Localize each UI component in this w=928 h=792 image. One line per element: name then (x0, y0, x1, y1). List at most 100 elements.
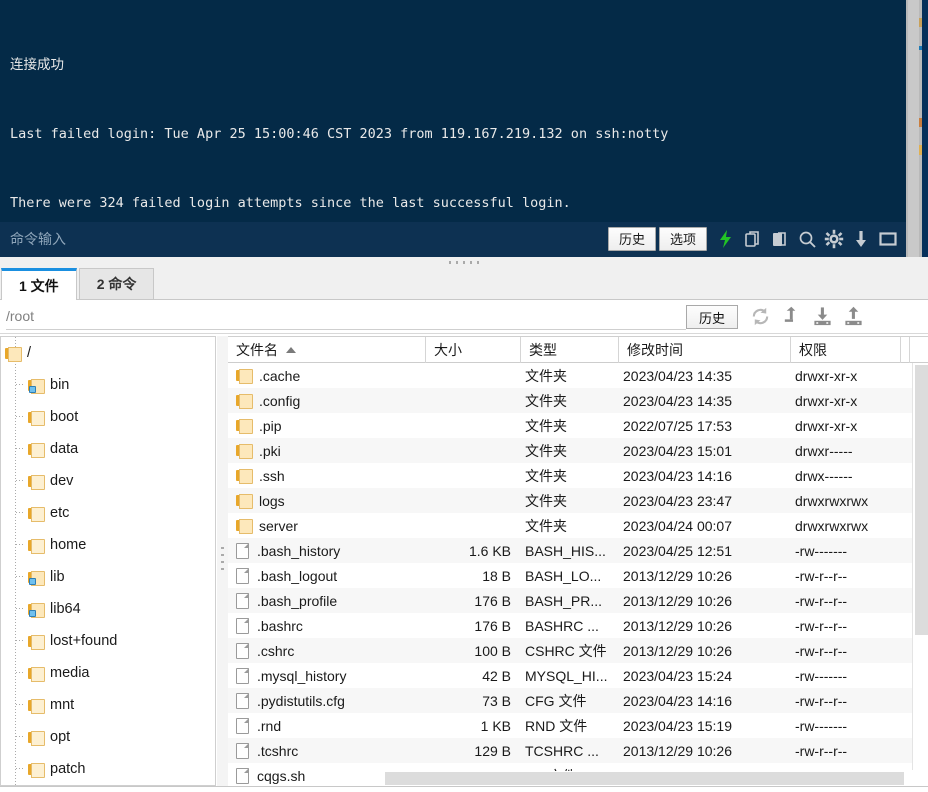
table-row[interactable]: .pydistutils.cfg 73 B CFG 文件 2023/04/23 … (228, 688, 928, 713)
column-header-name[interactable]: 文件名 (228, 337, 425, 363)
search-icon[interactable] (797, 229, 817, 249)
tree-item-patch[interactable]: patch (1, 753, 215, 785)
column-header-time[interactable]: 修改时间 (618, 337, 790, 363)
table-row[interactable]: server 文件夹 2023/04/24 00:07 drwxrwxrwx (228, 513, 928, 538)
gear-icon[interactable] (824, 229, 844, 249)
folder-icon (28, 474, 45, 490)
paste-icon[interactable] (770, 229, 790, 249)
cell-permissions: -rw-r--r-- (795, 567, 848, 584)
lightning-bolt-icon[interactable] (716, 229, 736, 249)
tab-files[interactable]: 1 文件 (1, 268, 77, 300)
table-row[interactable]: .pip 文件夹 2022/07/25 17:53 drwxr-xr-x (228, 413, 928, 438)
tree-item-media[interactable]: media (1, 657, 215, 689)
cell-time: 2013/12/29 10:26 (623, 742, 732, 759)
copy-icon[interactable] (743, 229, 763, 249)
folder-link-icon (28, 602, 45, 618)
tree-item-mnt[interactable]: mnt (1, 689, 215, 721)
cell-size (425, 438, 520, 463)
tree-item-label: mnt (50, 697, 75, 713)
tree-item-dev[interactable]: dev (1, 465, 215, 497)
cell-size: 73 B (482, 692, 511, 709)
folder-icon (28, 762, 45, 778)
tree-item-opt[interactable]: opt (1, 721, 215, 753)
cell-name: .ssh (228, 463, 425, 488)
table-row[interactable]: logs 文件夹 2023/04/23 23:47 drwxrwxrwx (228, 488, 928, 513)
vertical-splitter[interactable] (217, 336, 228, 786)
folder-link-icon (28, 378, 45, 394)
upload-icon[interactable] (843, 306, 864, 327)
terminal-output-panel[interactable]: 连接成功 Last failed login: Tue Apr 25 15:00… (0, 0, 906, 222)
file-list-body[interactable]: .cache 文件夹 2023/04/23 14:35 drwxr-xr-x .… (228, 363, 928, 786)
cell-permissions: -rw-r--r-- (795, 592, 848, 609)
table-row[interactable]: .bashrc 176 B BASHRC ... 2013/12/29 10:2… (228, 613, 928, 638)
cell-permissions: -rw-r--r-- (795, 642, 848, 659)
cell-permissions: drwx------ (795, 467, 853, 484)
cell-size (425, 413, 520, 438)
table-row[interactable]: .mysql_history 42 B MYSQL_HI... 2023/04/… (228, 663, 928, 688)
column-header-size[interactable]: 大小 (425, 337, 520, 363)
tab-commands[interactable]: 2 命令 (78, 268, 155, 299)
cell-name: .cache (228, 363, 425, 388)
cell-size: 18 B (482, 567, 511, 584)
column-header-type[interactable]: 类型 (520, 337, 618, 363)
tree-item-root[interactable]: / (1, 337, 215, 369)
terminal-vertical-scrollbar[interactable] (906, 0, 928, 258)
path-input[interactable] (6, 303, 686, 330)
table-row[interactable]: .ssh 文件夹 2023/04/23 14:16 drwx------ (228, 463, 928, 488)
tree-item-boot[interactable]: boot (1, 401, 215, 433)
file-list-vertical-scrollbar[interactable] (912, 363, 928, 770)
table-row[interactable]: .bash_history 1.6 KB BASH_HIS... 2023/04… (228, 538, 928, 563)
cell-size: 42 B (482, 667, 511, 684)
table-row[interactable]: .tcshrc 129 B TCSHRC ... 2013/12/29 10:2… (228, 738, 928, 763)
file-icon (236, 567, 249, 584)
scrollbar-track[interactable] (908, 0, 919, 258)
panel-tabs: 1 文件 2 命令 (0, 268, 928, 300)
cell-time: 2023/04/23 15:01 (623, 442, 732, 459)
directory-tree-panel[interactable]: / bin boot data dev etc home lib lib64 l… (0, 336, 216, 786)
file-icon (236, 742, 249, 759)
cell-size (425, 388, 520, 413)
scrollbar-thumb[interactable] (385, 772, 904, 785)
tree-item-bin[interactable]: bin (1, 369, 215, 401)
path-history-button[interactable]: 历史 (686, 305, 738, 329)
download-icon[interactable] (812, 306, 833, 327)
path-toolbar: 历史 (0, 300, 928, 334)
file-list-panel[interactable]: 文件名 大小 类型 修改时间 权限 .cache 文件夹 2023/04/23 … (228, 336, 928, 786)
command-history-button[interactable]: 历史 (608, 226, 656, 251)
table-row[interactable]: .cshrc 100 B CSHRC 文件 2013/12/29 10:26 -… (228, 638, 928, 663)
splitter-grip (221, 547, 224, 575)
cell-type: TCSHRC ... (525, 742, 599, 759)
table-row[interactable]: .bash_logout 18 B BASH_LO... 2013/12/29 … (228, 563, 928, 588)
tree-item-etc[interactable]: etc (1, 497, 215, 529)
window-icon[interactable] (878, 229, 898, 249)
refresh-icon[interactable] (750, 306, 771, 327)
horizontal-splitter[interactable] (0, 257, 928, 268)
table-row[interactable]: .rnd 1 KB RND 文件 2023/04/23 15:19 -rw---… (228, 713, 928, 738)
column-resize-handle[interactable] (900, 337, 909, 363)
command-input[interactable] (0, 223, 608, 254)
cell-permissions: -rw------- (795, 667, 848, 684)
table-row[interactable]: .bash_profile 176 B BASH_PR... 2013/12/2… (228, 588, 928, 613)
command-options-button[interactable]: 选项 (659, 226, 707, 251)
scrollbar-thumb[interactable] (915, 365, 928, 635)
download-icon[interactable] (851, 229, 871, 249)
tree-tick (16, 704, 25, 705)
cell-time: 2023/04/23 14:16 (623, 692, 732, 709)
cell-size (425, 463, 520, 488)
tree-item-lib64[interactable]: lib64 (1, 593, 215, 625)
tree-item-data[interactable]: data (1, 433, 215, 465)
tree-item-home[interactable]: home (1, 529, 215, 561)
splitter-grip (449, 261, 479, 264)
tree-item-lost-found[interactable]: lost+found (1, 625, 215, 657)
tree-item-lib[interactable]: lib (1, 561, 215, 593)
tree-item-label: etc (50, 505, 70, 521)
up-level-icon[interactable] (781, 306, 802, 327)
column-resize-handle[interactable] (909, 337, 918, 363)
table-row[interactable]: .pki 文件夹 2023/04/23 15:01 drwxr----- (228, 438, 928, 463)
cell-size: 1.6 KB (468, 542, 511, 559)
table-row[interactable]: .config 文件夹 2023/04/23 14:35 drwxr-xr-x (228, 388, 928, 413)
table-row[interactable]: .cache 文件夹 2023/04/23 14:35 drwxr-xr-x (228, 363, 928, 388)
cell-time: 2023/04/23 15:24 (623, 667, 732, 684)
file-list-horizontal-scrollbar[interactable] (385, 771, 912, 786)
column-header-permissions[interactable]: 权限 (790, 337, 900, 363)
